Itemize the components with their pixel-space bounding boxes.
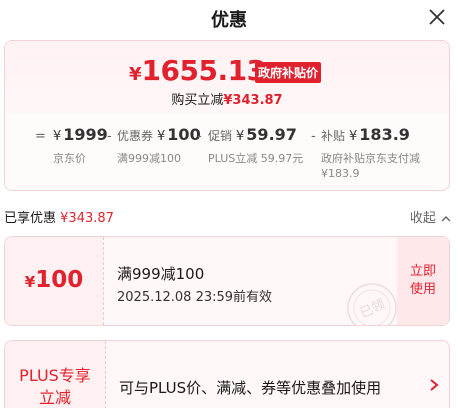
price-breakdown: = ¥1999 京东价 - 优惠券 ¥100 满999减100 - 促销 ¥59.9… [5,125,449,185]
coupon-validity: 2025.12.08 23:59前有效 [117,290,273,305]
plus-title: PLUS专享立减 [19,366,91,407]
savings-amount: ¥343.87 [60,211,114,226]
coupon-title: 满999减100 [117,265,205,283]
final-price: ¥1655.13 [129,54,266,87]
plus-description: 可与PLUS价、满减、券等优惠叠加使用 [119,379,382,397]
breakdown-value: 1999 [63,125,108,144]
collapse-label: 收起 [409,211,436,226]
chevron-up-icon [441,215,451,221]
breakdown-sub-subsidy: 政府补贴京东支付减¥183.9 [321,152,420,180]
price-top-section: ¥1655.13 政府补贴价 购买立减¥343.87 [5,41,449,113]
use-now-button[interactable]: 立即使用 [397,237,449,325]
breakdown-sub-promotion: PLUS立减 59.97元 [208,152,304,165]
breakdown-label: 促销 [208,129,233,143]
breakdown-currency: ¥ [349,129,358,144]
final-price-currency: ¥ [129,64,142,85]
dialog-title: 优惠 [211,10,247,31]
savings-row: 已享优惠 ¥343.87 收起 [0,206,458,226]
coupon-divider [103,237,104,325]
savings-summary: 已享优惠 ¥343.87 [4,207,114,226]
breakdown-currency: ¥ [53,129,62,144]
gov-subsidy-badge: 政府补贴价 [255,62,322,83]
coupon-value-panel: ¥100 [5,237,103,325]
breakdown-item-promotion: 促销 ¥59.97 [208,125,297,144]
coupon-amount: 100 [35,267,84,293]
buy-reduce-line: 购买立减¥343.87 [5,89,449,108]
breakdown-item-jd-price: ¥1999 [53,125,108,144]
breakdown-label: 优惠券 [117,129,154,143]
plus-divider [105,341,106,408]
plus-title-panel: PLUS专享立减 [5,341,105,408]
breakdown-sub-jd-price: 京东价 [53,152,86,165]
coupon-value: ¥100 [5,267,103,293]
dialog-header: 优惠 [0,0,458,36]
breakdown-value: 59.97 [246,125,297,144]
breakdown-label: 补贴 [321,129,346,143]
breakdown-op-minus: - [197,129,202,144]
breakdown-item-coupon: 优惠券 ¥100 [117,125,201,144]
buy-reduce-amount: ¥343.87 [223,93,283,108]
breakdown-value: 183.9 [359,125,410,144]
breakdown-currency: ¥ [157,129,166,144]
coupon-card: ¥100 满999减100 2025.12.08 23:59前有效 已领 立即使… [4,236,450,326]
breakdown-op-equals: = [35,129,46,144]
price-summary-card: ¥1655.13 政府补贴价 购买立减¥343.87 = ¥1999 京东价 -… [4,40,450,191]
collapse-button[interactable]: 收起 [410,207,452,226]
breakdown-op-minus: - [107,129,112,144]
coupon-currency: ¥ [24,273,36,291]
breakdown-currency: ¥ [236,129,245,144]
stamp-text: 已领 [358,297,388,322]
buy-reduce-label: 购买立减 [171,93,224,108]
savings-label: 已享优惠 [4,211,57,226]
use-now-label: 立即使用 [409,264,436,297]
breakdown-sub-coupon: 满999减100 [117,152,181,165]
plus-discount-card[interactable]: PLUS专享立减 可与PLUS价、满减、券等优惠叠加使用 [4,340,450,408]
final-price-value: 1655.13 [141,54,267,87]
chevron-right-icon[interactable] [427,377,441,393]
claimed-stamp-icon: 已领 [347,283,397,325]
breakdown-op-minus: - [311,129,316,144]
breakdown-item-subsidy: 补贴 ¥183.9 [321,125,410,144]
close-icon[interactable] [424,4,450,30]
breakdown-value: 100 [167,125,201,144]
